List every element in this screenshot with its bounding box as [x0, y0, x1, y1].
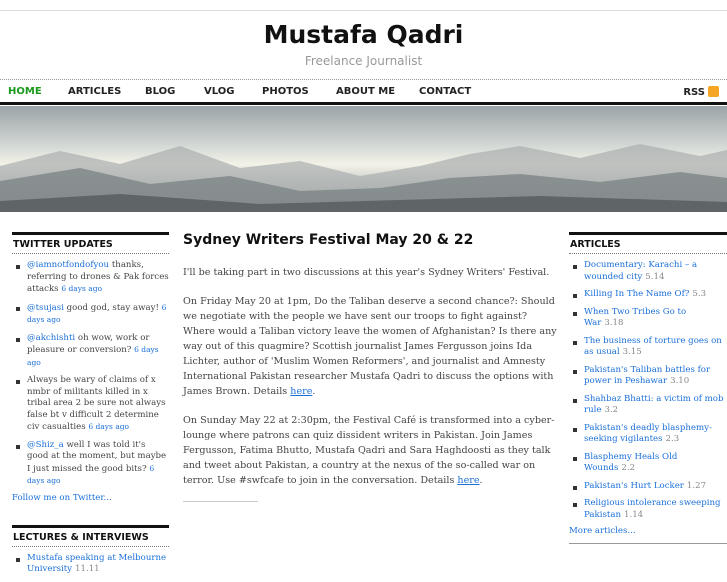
tweet: Always be wary of claims of x nmbr of mi… — [12, 375, 169, 434]
tweet-user-link[interactable]: @Shiz_a — [27, 440, 64, 450]
nav-articles[interactable]: ARTICLES — [68, 86, 121, 97]
article-date: 5.14 — [645, 271, 665, 282]
nav-vlog[interactable]: VLOG — [204, 86, 234, 97]
tweet-time[interactable]: 6 days ago — [88, 422, 129, 431]
post-separator — [183, 501, 258, 502]
lectures-list: Mustafa speaking at Melbourne University… — [12, 553, 169, 576]
site-tagline: Freelance Journalist — [304, 54, 423, 68]
post-paragraph: On Friday May 20 at 1pm, Do the Taliban … — [183, 294, 558, 399]
article-item: When Two Tribes Go to War 3.18 — [569, 307, 727, 330]
articles-list: Documentary: Karachi – a wounded city 5.1… — [569, 260, 727, 521]
tweet-user-link[interactable]: @tsujasi — [27, 303, 64, 313]
articles-heading: ARTICLES — [569, 232, 727, 254]
article-link[interactable]: Pakistan's Taliban battles for power in … — [584, 365, 710, 387]
tweet-time[interactable]: 6 days ago — [61, 284, 102, 293]
post-paragraph: I'll be taking part in two discussions a… — [183, 267, 550, 278]
post-text: On Sunday May 22 at 2:30pm, the Festival… — [183, 415, 555, 486]
details-link[interactable]: here — [457, 475, 479, 486]
article-link[interactable]: When Two Tribes Go to War — [584, 307, 686, 329]
article-date: 2.2 — [621, 463, 636, 473]
more-articles-link[interactable]: More articles... — [569, 526, 727, 536]
article-link[interactable]: Killing In The Name Of? — [584, 289, 689, 299]
tweet-user-link[interactable]: @akchishti — [27, 333, 75, 343]
post-text: . — [312, 386, 316, 397]
site-title[interactable]: Mustafa Qadri — [0, 20, 727, 49]
main-content: Sydney Writers Festival May 20 & 22 I'll… — [183, 232, 558, 502]
lectures-heading: LECTURES & INTERVIEWS — [12, 524, 169, 547]
article-link[interactable]: Documentary: Karachi – a wounded city — [584, 260, 697, 282]
article-item: The business of torture goes on as usual… — [569, 336, 727, 359]
tweet: @Shiz_a well I was told it's good at the… — [12, 440, 169, 488]
mountains-image — [0, 144, 727, 212]
top-divider — [0, 10, 727, 11]
post-title[interactable]: Sydney Writers Festival May 20 & 22 — [183, 232, 558, 248]
article-date: 5.3 — [692, 289, 707, 299]
article-date: 1.14 — [624, 509, 644, 520]
article-date: 3.15 — [622, 347, 642, 357]
tweet: @iamnotfondofyou thanks, referring to dr… — [12, 260, 169, 296]
main-nav: HOME ARTICLES BLOG VLOG PHOTOS ABOUT ME … — [0, 79, 727, 105]
header-banner-mountains — [0, 106, 727, 212]
article-date: 1.27 — [686, 480, 707, 491]
nav-photos[interactable]: PHOTOS — [262, 86, 309, 97]
nav-contact[interactable]: CONTACT — [419, 86, 471, 97]
article-date: 3.18 — [604, 318, 624, 328]
article-date: 2.3 — [665, 434, 680, 444]
article-item: Killing In The Name Of? 5.3 — [569, 289, 727, 301]
article-link[interactable]: Pakistan's Hurt Locker — [584, 481, 684, 491]
tweet: @akchishti oh wow, work or pleasure or c… — [12, 333, 169, 370]
tweet-user-link[interactable]: @iamnotfondofyou — [27, 260, 109, 270]
post-text: On Friday May 20 at 1pm, Do the Taliban … — [183, 296, 557, 397]
rss-icon — [708, 86, 719, 97]
right-sidebar: ARTICLES Documentary: Karachi – a wounde… — [569, 232, 727, 536]
article-link[interactable]: Religious intolerance sweeping Pakistan — [584, 498, 721, 520]
nav-blog[interactable]: BLOG — [145, 86, 175, 97]
article-date: 3.10 — [670, 376, 690, 386]
details-link[interactable]: here — [290, 386, 312, 397]
rss-label: RSS — [683, 87, 705, 98]
tweet: @tsujasi good god, stay away! 6 days ago — [12, 302, 169, 327]
article-item: Pakistan's deadly blasphemy-seeking vigi… — [569, 423, 727, 446]
article-item: Shahbaz Bhatti: a victim of mob rule 3.2 — [569, 394, 727, 417]
article-item: Blasphemy Heals Old Wounds 2.2 — [569, 452, 727, 475]
article-item: Religious intolerance sweeping Pakistan 1… — [569, 498, 727, 521]
post-text: . — [479, 475, 483, 486]
article-item: Documentary: Karachi – a wounded city 5.1… — [569, 260, 727, 283]
post-paragraph: On Sunday May 22 at 2:30pm, the Festival… — [183, 413, 558, 488]
article-item: Pakistan's Taliban battles for power in … — [569, 365, 727, 388]
lecture-item: Mustafa speaking at Melbourne University… — [12, 553, 169, 576]
twitter-heading: TWITTER UPDATES — [12, 232, 169, 254]
lecture-date: 11.11 — [75, 564, 100, 574]
article-date: 3.2 — [604, 405, 619, 415]
nav-home[interactable]: HOME — [8, 86, 42, 97]
article-link[interactable]: Pakistan's deadly blasphemy-seeking vigi… — [584, 423, 712, 445]
follow-twitter-link[interactable]: Follow me on Twitter... — [12, 493, 169, 503]
tweet-text: good god, stay away! — [63, 302, 162, 313]
rss-link[interactable]: RSS — [683, 86, 719, 98]
left-sidebar: TWITTER UPDATES @iamnotfondofyou thanks,… — [12, 232, 169, 582]
tweet-list: @iamnotfondofyou thanks, referring to dr… — [12, 260, 169, 488]
article-item: Pakistan's Hurt Locker 1.27 — [569, 481, 727, 493]
article-link[interactable]: The business of torture goes on as usual — [584, 336, 722, 358]
nav-about-me[interactable]: ABOUT ME — [336, 86, 395, 97]
sidebar-divider — [569, 543, 727, 544]
